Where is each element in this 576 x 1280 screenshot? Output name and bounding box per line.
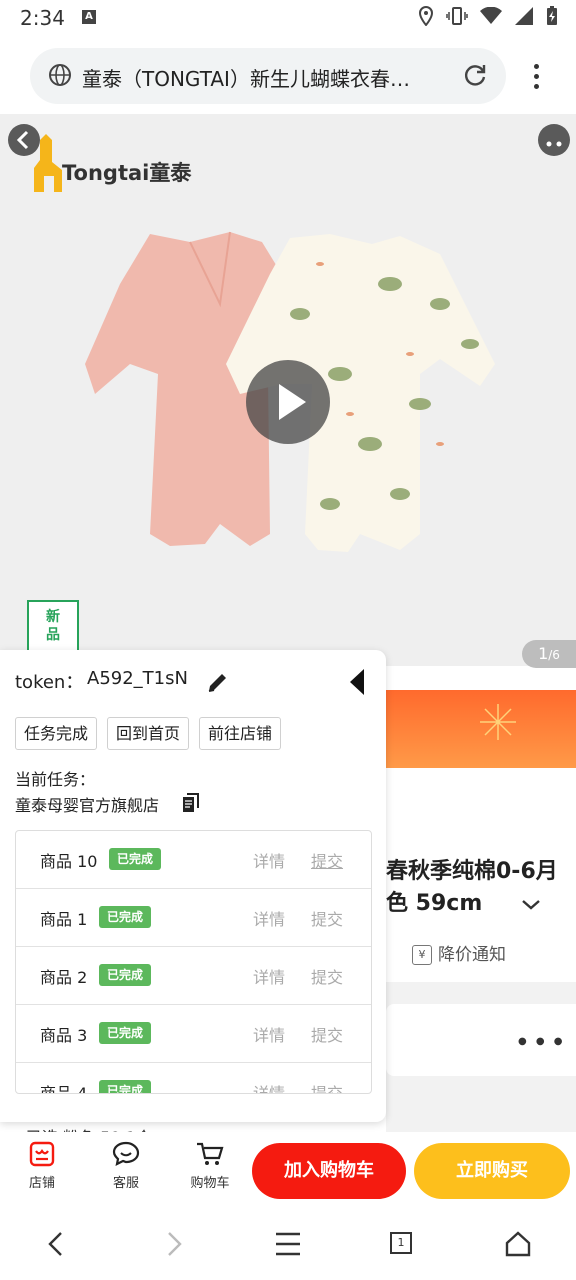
detail-link[interactable]: 详情 <box>253 848 285 872</box>
token-value: A592_T1sN <box>87 668 188 689</box>
current-task-label: 当前任务： <box>15 770 96 789</box>
play-icon <box>279 384 306 420</box>
status-badge: 已完成 <box>109 848 162 870</box>
item-name: 商品 3 <box>40 1026 88 1045</box>
detail-link[interactable]: 详情 <box>253 1080 285 1093</box>
cart-icon <box>197 1142 224 1165</box>
detail-link[interactable]: 详情 <box>253 964 285 988</box>
nav-menu-icon[interactable] <box>274 1230 302 1258</box>
shop-icon <box>29 1141 55 1167</box>
url-title[interactable]: 童泰（TONGTAI）新生儿蝴蝶衣春… <box>82 63 450 92</box>
vibrate-icon <box>446 7 468 25</box>
status-badge: 已完成 <box>99 1022 152 1044</box>
shop-label: 店铺 <box>28 1176 55 1191</box>
status-badge: 已完成 <box>99 964 152 986</box>
list-item[interactable]: 商品 1 已完成 详情 提交 <box>16 889 371 947</box>
panel-button-row: 任务完成 回到首页 前往店铺 <box>15 717 282 750</box>
signal-icon <box>515 7 533 25</box>
tab-count-icon[interactable]: 1 <box>390 1232 412 1254</box>
status-time: 2:34 <box>20 6 65 30</box>
badge-line2: 品 <box>46 627 60 643</box>
expand-title-icon[interactable] <box>520 890 542 918</box>
counter-current: 1 <box>538 644 549 663</box>
token-label: token： <box>15 672 84 693</box>
copy-icon[interactable] <box>182 793 200 813</box>
status-badge: 已完成 <box>99 906 152 928</box>
brand-name: Tongtai童泰 <box>62 161 192 185</box>
status-bar: 2:34 A <box>0 0 576 36</box>
browser-menu-icon[interactable] <box>526 60 546 92</box>
price-tag-icon: ¥ <box>412 945 432 965</box>
task-item-list[interactable]: 商品 10 已完成 详情 提交 商品 1 已完成 详情 提交 商品 2 已完成 … <box>15 830 372 1094</box>
badge-line1: 新 <box>46 609 60 625</box>
submit-link[interactable]: 提交 <box>311 1080 343 1093</box>
submit-link[interactable]: 提交 <box>311 848 343 872</box>
reload-icon[interactable] <box>462 62 488 88</box>
product-title-line1: 春秋季纯棉0-6月 <box>386 859 558 884</box>
list-item[interactable]: 商品 3 已完成 详情 提交 <box>16 1005 371 1063</box>
submit-link[interactable]: 提交 <box>311 906 343 930</box>
system-nav-bar <box>0 1208 576 1280</box>
nav-home-icon[interactable] <box>504 1230 532 1258</box>
price-notice-label: 降价通知 <box>438 945 506 965</box>
task-complete-button[interactable]: 任务完成 <box>15 717 98 750</box>
edit-pencil-icon[interactable] <box>206 670 230 694</box>
submit-link[interactable]: 提交 <box>311 964 343 988</box>
item-name: 商品 4 <box>40 1084 88 1094</box>
list-item[interactable]: 商品 10 已完成 详情 提交 <box>16 831 371 889</box>
item-name: 商品 1 <box>40 910 88 929</box>
task-panel: token： A592_T1sN 任务完成 回到首页 前往店铺 当前任务： 童泰… <box>0 650 386 1122</box>
submit-link[interactable]: 提交 <box>311 1022 343 1046</box>
status-badge: 已完成 <box>99 1080 152 1093</box>
wifi-icon <box>480 7 502 24</box>
collapse-panel-icon[interactable] <box>348 668 366 696</box>
back-home-button[interactable]: 回到首页 <box>107 717 190 750</box>
list-item[interactable]: 商品 2 已完成 详情 提交 <box>16 947 371 1005</box>
list-item[interactable]: 商品 4 已完成 详情 提交 <box>16 1063 371 1094</box>
current-task-shop: 童泰母婴官方旗舰店 <box>15 796 160 815</box>
add-to-cart-button[interactable]: 加入购物车 <box>252 1143 406 1199</box>
go-shop-button[interactable]: 前往店铺 <box>199 717 282 750</box>
counter-total: /6 <box>548 648 560 662</box>
address-bar[interactable]: 童泰（TONGTAI）新生儿蝴蝶衣春… <box>30 48 506 104</box>
cart-tab[interactable]: 购物车 <box>180 1140 240 1191</box>
service-tab[interactable]: 客服 <box>96 1140 156 1191</box>
battery-icon <box>547 6 557 25</box>
detail-link[interactable]: 详情 <box>253 906 285 930</box>
new-product-badge: 新 品 <box>27 600 79 656</box>
shop-tab[interactable]: 店铺 <box>12 1140 72 1191</box>
globe-icon <box>49 64 71 86</box>
image-counter: 1/6 <box>522 640 576 668</box>
more-button[interactable] <box>538 124 570 156</box>
promo-banner <box>386 690 576 768</box>
location-icon <box>418 6 434 26</box>
cart-label: 购物车 <box>190 1176 230 1191</box>
service-label: 客服 <box>112 1176 139 1191</box>
firework-icon <box>480 704 516 740</box>
play-video-button[interactable] <box>246 360 330 444</box>
detail-link[interactable]: 详情 <box>253 1022 285 1046</box>
item-name: 商品 10 <box>40 852 98 871</box>
chat-icon <box>112 1141 140 1166</box>
option-more-icon[interactable]: ● ● ● <box>518 1036 566 1047</box>
more-dots-icon <box>546 141 562 147</box>
item-name: 商品 2 <box>40 968 88 987</box>
status-icons <box>418 6 558 26</box>
buy-now-button[interactable]: 立即购买 <box>414 1143 570 1199</box>
nav-forward-icon[interactable] <box>162 1230 186 1258</box>
price-notice[interactable]: ¥ 降价通知 <box>412 940 506 965</box>
app-notification-icon: A <box>82 10 96 24</box>
nav-back-icon[interactable] <box>44 1230 68 1258</box>
